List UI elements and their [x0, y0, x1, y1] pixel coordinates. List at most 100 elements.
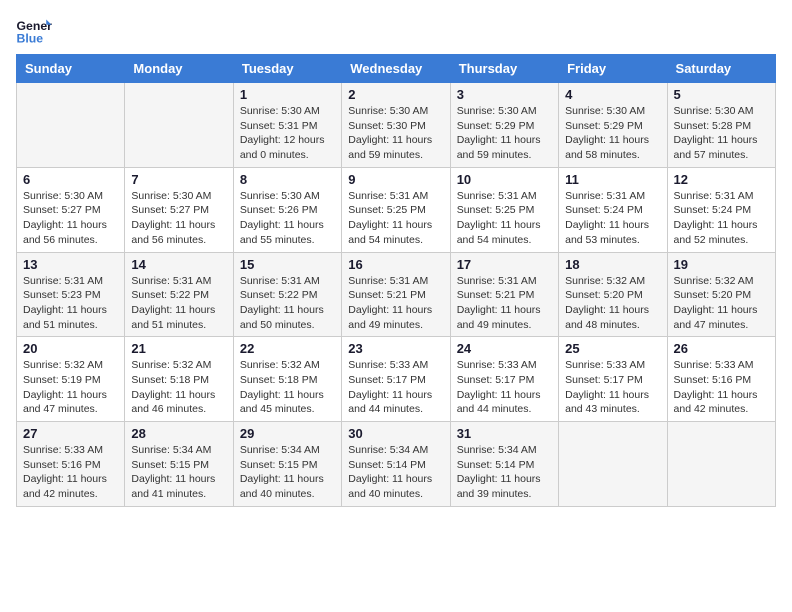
day-number: 26 — [674, 341, 769, 356]
day-info: Sunrise: 5:32 AMSunset: 5:18 PMDaylight:… — [131, 358, 226, 417]
table-cell: 25 Sunrise: 5:33 AMSunset: 5:17 PMDayligh… — [559, 337, 667, 422]
table-cell: 29 Sunrise: 5:34 AMSunset: 5:15 PMDayligh… — [233, 422, 341, 507]
day-info: Sunrise: 5:33 AMSunset: 5:16 PMDaylight:… — [674, 358, 769, 417]
table-cell: 5 Sunrise: 5:30 AMSunset: 5:28 PMDaylight… — [667, 83, 775, 168]
day-number: 15 — [240, 257, 335, 272]
calendar-header-row: SundayMondayTuesdayWednesdayThursdayFrid… — [17, 55, 776, 83]
header-sunday: Sunday — [17, 55, 125, 83]
week-row-2: 6 Sunrise: 5:30 AMSunset: 5:27 PMDaylight… — [17, 167, 776, 252]
logo: General Blue — [16, 16, 56, 44]
day-number: 5 — [674, 87, 769, 102]
day-info: Sunrise: 5:33 AMSunset: 5:17 PMDaylight:… — [348, 358, 443, 417]
day-number: 21 — [131, 341, 226, 356]
table-cell: 26 Sunrise: 5:33 AMSunset: 5:16 PMDayligh… — [667, 337, 775, 422]
day-number: 12 — [674, 172, 769, 187]
day-info: Sunrise: 5:33 AMSunset: 5:17 PMDaylight:… — [457, 358, 552, 417]
day-info: Sunrise: 5:31 AMSunset: 5:22 PMDaylight:… — [131, 274, 226, 333]
week-row-5: 27 Sunrise: 5:33 AMSunset: 5:16 PMDayligh… — [17, 422, 776, 507]
day-number: 19 — [674, 257, 769, 272]
table-cell: 23 Sunrise: 5:33 AMSunset: 5:17 PMDayligh… — [342, 337, 450, 422]
table-cell: 19Sunrise: 5:32 AMSunset: 5:20 PMDayligh… — [667, 252, 775, 337]
table-cell: 16 Sunrise: 5:31 AMSunset: 5:21 PMDayligh… — [342, 252, 450, 337]
table-cell: 31 Sunrise: 5:34 AMSunset: 5:14 PMDayligh… — [450, 422, 558, 507]
table-cell: 14 Sunrise: 5:31 AMSunset: 5:22 PMDayligh… — [125, 252, 233, 337]
day-number: 13 — [23, 257, 118, 272]
day-info: Sunrise: 5:34 AMSunset: 5:15 PMDaylight:… — [131, 443, 226, 502]
table-cell: 9 Sunrise: 5:31 AMSunset: 5:25 PMDaylight… — [342, 167, 450, 252]
table-cell — [667, 422, 775, 507]
table-cell — [125, 83, 233, 168]
table-cell: 12 Sunrise: 5:31 AMSunset: 5:24 PMDayligh… — [667, 167, 775, 252]
table-cell: 27 Sunrise: 5:33 AMSunset: 5:16 PMDayligh… — [17, 422, 125, 507]
table-cell: 2Sunrise: 5:30 AMSunset: 5:30 PMDaylight… — [342, 83, 450, 168]
table-cell: 30Sunrise: 5:34 AMSunset: 5:14 PMDayligh… — [342, 422, 450, 507]
table-cell — [559, 422, 667, 507]
day-number: 10 — [457, 172, 552, 187]
day-info: Sunrise: 5:30 AMSunset: 5:26 PMDaylight:… — [240, 189, 335, 248]
day-number: 18 — [565, 257, 660, 272]
day-info: Sunrise: 5:34 AMSunset: 5:14 PMDaylight:… — [348, 443, 443, 502]
day-info: Sunrise: 5:31 AMSunset: 5:25 PMDaylight:… — [348, 189, 443, 248]
day-info: Sunrise: 5:31 AMSunset: 5:21 PMDaylight:… — [348, 274, 443, 333]
day-number: 29 — [240, 426, 335, 441]
table-cell: 15 Sunrise: 5:31 AMSunset: 5:22 PMDayligh… — [233, 252, 341, 337]
day-number: 16 — [348, 257, 443, 272]
day-info: Sunrise: 5:33 AMSunset: 5:17 PMDaylight:… — [565, 358, 660, 417]
day-info: Sunrise: 5:30 AMSunset: 5:31 PMDaylight:… — [240, 104, 335, 163]
day-info: Sunrise: 5:30 AMSunset: 5:29 PMDaylight:… — [565, 104, 660, 163]
table-cell: 7 Sunrise: 5:30 AMSunset: 5:27 PMDaylight… — [125, 167, 233, 252]
table-cell: 8Sunrise: 5:30 AMSunset: 5:26 PMDaylight… — [233, 167, 341, 252]
day-number: 22 — [240, 341, 335, 356]
day-number: 17 — [457, 257, 552, 272]
day-number: 14 — [131, 257, 226, 272]
day-number: 31 — [457, 426, 552, 441]
day-info: Sunrise: 5:30 AMSunset: 5:27 PMDaylight:… — [131, 189, 226, 248]
header-thursday: Thursday — [450, 55, 558, 83]
day-info: Sunrise: 5:30 AMSunset: 5:30 PMDaylight:… — [348, 104, 443, 163]
table-cell — [17, 83, 125, 168]
day-info: Sunrise: 5:31 AMSunset: 5:24 PMDaylight:… — [674, 189, 769, 248]
week-row-3: 13 Sunrise: 5:31 AMSunset: 5:23 PMDayligh… — [17, 252, 776, 337]
day-info: Sunrise: 5:30 AMSunset: 5:29 PMDaylight:… — [457, 104, 552, 163]
day-number: 23 — [348, 341, 443, 356]
day-number: 27 — [23, 426, 118, 441]
header-tuesday: Tuesday — [233, 55, 341, 83]
header-friday: Friday — [559, 55, 667, 83]
week-row-4: 20Sunrise: 5:32 AMSunset: 5:19 PMDayligh… — [17, 337, 776, 422]
table-cell: 21 Sunrise: 5:32 AMSunset: 5:18 PMDayligh… — [125, 337, 233, 422]
day-number: 25 — [565, 341, 660, 356]
day-number: 6 — [23, 172, 118, 187]
day-info: Sunrise: 5:32 AMSunset: 5:18 PMDaylight:… — [240, 358, 335, 417]
table-cell: 18 Sunrise: 5:32 AMSunset: 5:20 PMDayligh… — [559, 252, 667, 337]
table-cell: 28Sunrise: 5:34 AMSunset: 5:15 PMDayligh… — [125, 422, 233, 507]
table-cell: 24Sunrise: 5:33 AMSunset: 5:17 PMDayligh… — [450, 337, 558, 422]
table-cell: 11Sunrise: 5:31 AMSunset: 5:24 PMDayligh… — [559, 167, 667, 252]
day-number: 9 — [348, 172, 443, 187]
table-cell: 4Sunrise: 5:30 AMSunset: 5:29 PMDaylight… — [559, 83, 667, 168]
day-info: Sunrise: 5:31 AMSunset: 5:23 PMDaylight:… — [23, 274, 118, 333]
day-number: 1 — [240, 87, 335, 102]
table-cell: 20Sunrise: 5:32 AMSunset: 5:19 PMDayligh… — [17, 337, 125, 422]
day-info: Sunrise: 5:33 AMSunset: 5:16 PMDaylight:… — [23, 443, 118, 502]
svg-text:Blue: Blue — [17, 31, 44, 44]
day-info: Sunrise: 5:34 AMSunset: 5:14 PMDaylight:… — [457, 443, 552, 502]
day-info: Sunrise: 5:34 AMSunset: 5:15 PMDaylight:… — [240, 443, 335, 502]
day-info: Sunrise: 5:31 AMSunset: 5:21 PMDaylight:… — [457, 274, 552, 333]
table-cell: 6 Sunrise: 5:30 AMSunset: 5:27 PMDaylight… — [17, 167, 125, 252]
day-info: Sunrise: 5:30 AMSunset: 5:27 PMDaylight:… — [23, 189, 118, 248]
table-cell: 10 Sunrise: 5:31 AMSunset: 5:25 PMDayligh… — [450, 167, 558, 252]
table-cell: 1 Sunrise: 5:30 AMSunset: 5:31 PMDaylight… — [233, 83, 341, 168]
logo-icon: General Blue — [16, 16, 52, 44]
table-cell: 17 Sunrise: 5:31 AMSunset: 5:21 PMDayligh… — [450, 252, 558, 337]
day-info: Sunrise: 5:31 AMSunset: 5:22 PMDaylight:… — [240, 274, 335, 333]
day-info: Sunrise: 5:30 AMSunset: 5:28 PMDaylight:… — [674, 104, 769, 163]
table-cell: 22 Sunrise: 5:32 AMSunset: 5:18 PMDayligh… — [233, 337, 341, 422]
day-number: 11 — [565, 172, 660, 187]
day-info: Sunrise: 5:32 AMSunset: 5:20 PMDaylight:… — [565, 274, 660, 333]
day-info: Sunrise: 5:31 AMSunset: 5:25 PMDaylight:… — [457, 189, 552, 248]
day-number: 7 — [131, 172, 226, 187]
day-number: 20 — [23, 341, 118, 356]
week-row-1: 1 Sunrise: 5:30 AMSunset: 5:31 PMDaylight… — [17, 83, 776, 168]
header-saturday: Saturday — [667, 55, 775, 83]
day-number: 3 — [457, 87, 552, 102]
